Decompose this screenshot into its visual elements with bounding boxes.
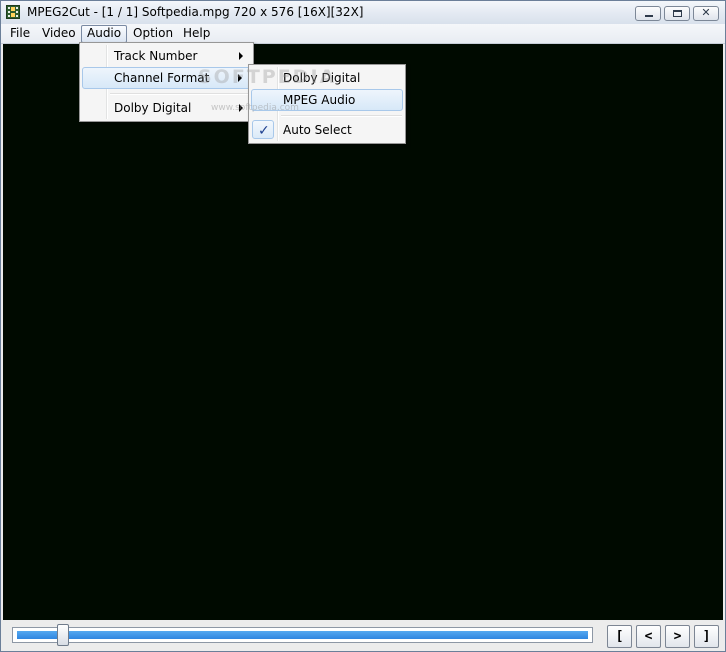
title-bar[interactable]: MPEG2Cut - [1 / 1] Softpedia.mpg 720 x 5…: [1, 1, 725, 24]
menu-option[interactable]: Option: [128, 25, 178, 41]
minimize-icon: [645, 15, 653, 17]
checkmark-icon: ✓: [258, 123, 270, 139]
menu-audio[interactable]: Audio: [81, 25, 128, 43]
playback-controls: [ < > ]: [1, 620, 725, 651]
mark-in-button[interactable]: [: [607, 625, 632, 648]
menu-item-track-number[interactable]: Track Number: [82, 45, 251, 67]
menu-separator: [281, 115, 402, 117]
menu-help[interactable]: Help: [178, 25, 215, 41]
softpedia-watermark: SOFTPEDIA: [198, 66, 337, 88]
mark-out-button[interactable]: ]: [694, 625, 719, 648]
menu-item-label: Dolby Digital: [114, 101, 192, 115]
menu-separator: [110, 93, 250, 95]
checkmark-box: ✓: [252, 120, 274, 139]
submenu-arrow-icon: [239, 52, 243, 60]
menu-item-label: Channel Format: [114, 71, 210, 85]
next-frame-button[interactable]: >: [665, 625, 690, 648]
slider-thumb[interactable]: [57, 624, 69, 646]
maximize-icon: [673, 10, 682, 17]
slider-fill: [17, 631, 588, 639]
menu-bar: File Video Audio Option Help: [1, 24, 725, 44]
submenu-item-auto-select[interactable]: ✓ Auto Select: [251, 119, 403, 141]
previous-frame-button[interactable]: <: [636, 625, 661, 648]
softpedia-watermark-url: www.softpedia.com: [211, 103, 299, 113]
menu-video[interactable]: Video: [37, 25, 81, 41]
menu-file[interactable]: File: [5, 25, 35, 41]
position-slider[interactable]: [12, 627, 593, 643]
close-button[interactable]: ✕: [693, 6, 719, 21]
maximize-button[interactable]: [664, 6, 690, 21]
window-title: MPEG2Cut - [1 / 1] Softpedia.mpg 720 x 5…: [27, 5, 364, 19]
menu-item-label: Auto Select: [283, 123, 352, 137]
film-strip-icon[interactable]: [6, 5, 20, 19]
menu-item-label: Track Number: [114, 49, 198, 63]
minimize-button[interactable]: [635, 6, 661, 21]
close-icon: ✕: [701, 6, 711, 19]
